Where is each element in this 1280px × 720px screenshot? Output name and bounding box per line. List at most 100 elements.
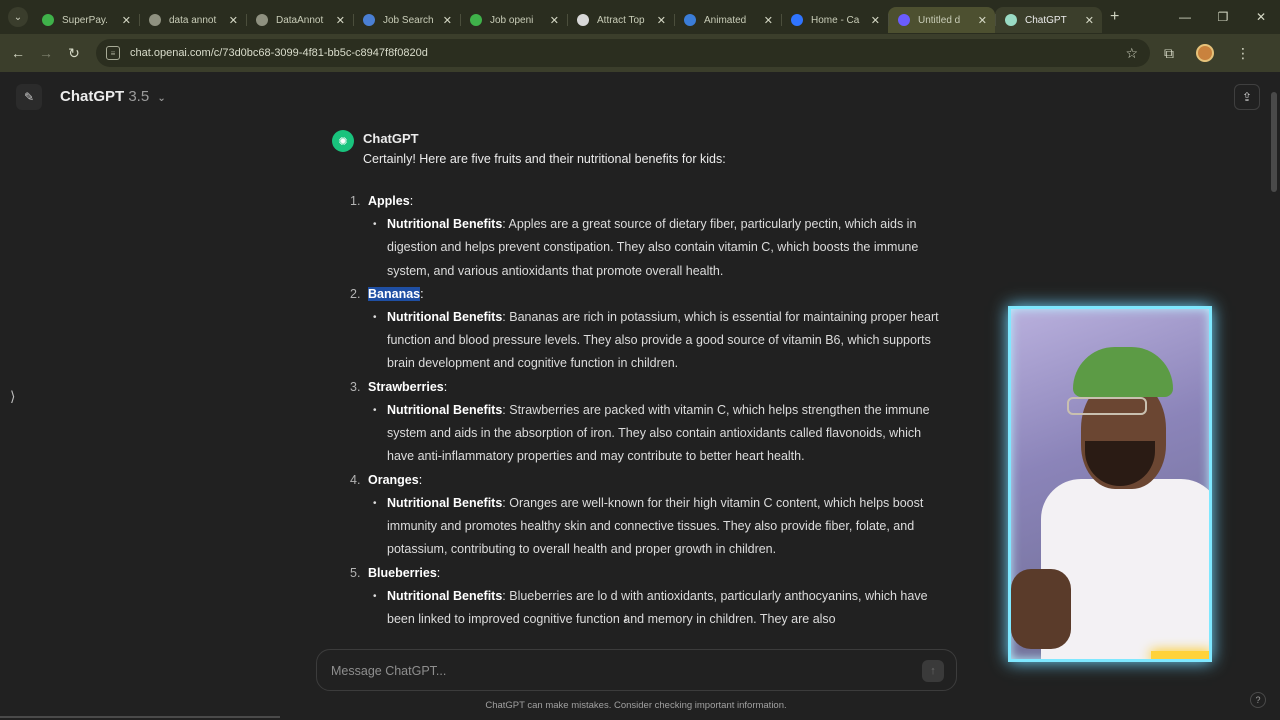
fruit-name-colon: : xyxy=(443,379,448,394)
new-chat-icon[interactable]: ✎ xyxy=(16,84,42,110)
nutrition-label: Nutritional Benefits xyxy=(387,309,503,324)
list-item-number: 2. xyxy=(350,286,361,301)
help-icon[interactable]: ? xyxy=(1250,692,1266,708)
fruit-list: 1. Apples: Nutritional Benefits: Apples ar… xyxy=(350,190,940,631)
address-bar-row: ← → ↻ ≡ chat.openai.com/c/73d0bc68-3099-… xyxy=(0,34,1280,72)
fruit-name-text: Blueberries xyxy=(368,565,437,580)
tab-close-icon[interactable]: ✕ xyxy=(550,14,559,27)
nutrition-bullet: Nutritional Benefits: Bananas are rich i… xyxy=(350,306,940,376)
list-item-heading: 3. Strawberries: xyxy=(350,376,940,399)
list-item: 1. Apples: Nutritional Benefits: Apples ar… xyxy=(350,190,940,283)
list-item-number: 5. xyxy=(350,565,361,580)
site-info-icon[interactable]: ≡ xyxy=(106,46,120,60)
tab-close-icon[interactable]: ✕ xyxy=(1085,14,1094,27)
chatgpt-avatar-icon: ✺ xyxy=(332,130,354,152)
sidebar-toggle-icon[interactable]: ⟩ xyxy=(10,388,15,405)
tab-close-icon[interactable]: ✕ xyxy=(336,14,345,27)
model-selector[interactable]: ChatGPT 3.5 ⌄ xyxy=(60,88,166,105)
scroll-down-arrow-icon[interactable]: ↓ xyxy=(619,609,633,625)
browser-tab-bar: ⌄ SuperPay. ✕ data annot ✕ DataAnnot ✕ Job Sea… xyxy=(0,0,1280,34)
list-item-heading: 2. Bananas: xyxy=(350,283,940,306)
tab-close-icon[interactable]: ✕ xyxy=(122,14,131,27)
model-name: ChatGPT xyxy=(60,88,125,105)
message-author: ChatGPT xyxy=(363,131,419,146)
browser-tab[interactable]: data annot ✕ xyxy=(139,7,246,33)
nutrition-bullet: Nutritional Benefits: Apples are a great… xyxy=(350,213,940,283)
tab-close-icon[interactable]: ✕ xyxy=(764,14,773,27)
browser-tab[interactable]: ChatGPT ✕ xyxy=(995,7,1102,33)
fruit-name-colon: : xyxy=(420,286,424,301)
browser-tab[interactable]: SuperPay. ✕ xyxy=(32,7,139,33)
bookmark-star-icon[interactable]: ☆ xyxy=(1125,45,1138,62)
search-favicon xyxy=(363,14,375,26)
globe-favicon xyxy=(149,14,161,26)
scrollbar[interactable] xyxy=(1271,92,1277,688)
browser-tab[interactable]: Attract Top ✕ xyxy=(567,7,674,33)
tab-title: ChatGPT xyxy=(1025,14,1067,26)
window-controls: — ❐ ✕ xyxy=(1166,0,1280,34)
chatgpt-favicon xyxy=(1005,14,1017,26)
fruit-name-colon: : xyxy=(418,472,423,487)
list-item-heading: 4. Oranges: xyxy=(350,469,940,492)
share-icon[interactable]: ⇪ xyxy=(1234,84,1260,110)
list-item-number: 3. xyxy=(350,379,361,394)
dataannotation-favicon xyxy=(256,14,268,26)
maximize-icon[interactable]: ❐ xyxy=(1204,10,1242,24)
tab-title: DataAnnot xyxy=(276,14,324,26)
list-item: 4.Oranges:Nutritional Benefits: Oranges … xyxy=(350,469,940,562)
nutrition-label: Nutritional Benefits xyxy=(387,217,503,231)
forward-arrow-icon[interactable]: → xyxy=(32,45,60,61)
browser-tab[interactable]: Animated ✕ xyxy=(674,7,781,33)
chrome-favicon xyxy=(791,14,803,26)
send-arrow-icon[interactable]: ↑ xyxy=(922,660,944,682)
tab-title: Untitled d xyxy=(918,14,961,26)
webcam-arm xyxy=(1011,569,1071,649)
fruit-name-colon: : xyxy=(409,194,414,208)
extensions-icon[interactable]: ⧉ xyxy=(1164,45,1174,62)
webcam-glasses xyxy=(1067,397,1147,415)
reload-icon[interactable]: ↻ xyxy=(60,45,88,62)
scrollbar-thumb[interactable] xyxy=(1271,92,1277,192)
tab-close-icon[interactable]: ✕ xyxy=(871,14,880,27)
fruit-name-text: Apples xyxy=(368,194,410,208)
browser-tab[interactable]: Home - Ca ✕ xyxy=(781,7,888,33)
ad-favicon xyxy=(684,14,696,26)
list-item-heading: 1. Apples: xyxy=(350,190,940,213)
tab-close-icon[interactable]: ✕ xyxy=(657,14,666,27)
fruit-name-text: Strawberries xyxy=(368,379,444,394)
close-window-icon[interactable]: ✕ xyxy=(1242,10,1280,24)
video-favicon xyxy=(898,14,910,26)
url-text: chat.openai.com/c/73d0bc68-3099-4f81-bb5… xyxy=(130,47,428,59)
tab-close-icon[interactable]: ✕ xyxy=(443,14,452,27)
list-item-heading: 5. Blueberries: xyxy=(350,562,940,585)
tab-close-icon[interactable]: ✕ xyxy=(978,14,987,27)
nutrition-label: Nutritional Benefits xyxy=(387,495,503,510)
tab-title: SuperPay. xyxy=(62,14,108,26)
back-arrow-icon[interactable]: ← xyxy=(4,45,32,61)
tab-title: Attract Top xyxy=(597,14,645,26)
profile-avatar[interactable] xyxy=(1196,44,1214,62)
fruit-name: Strawberries: xyxy=(368,376,447,399)
new-tab-icon[interactable]: + xyxy=(1110,8,1119,26)
tab-strip: SuperPay. ✕ data annot ✕ DataAnnot ✕ Job Searc… xyxy=(32,0,1102,34)
tab-search-icon[interactable]: ⌄ xyxy=(8,7,28,27)
browser-tab[interactable]: Untitled d ✕ xyxy=(888,7,995,33)
list-item-number: 1. xyxy=(350,194,361,208)
pen-favicon xyxy=(577,14,589,26)
message-input[interactable] xyxy=(331,661,891,681)
tab-title: Job Search xyxy=(383,14,434,26)
fruit-name-colon: : xyxy=(436,565,441,580)
url-field[interactable]: ≡ chat.openai.com/c/73d0bc68-3099-4f81-b… xyxy=(96,39,1150,67)
list-item: 3.Strawberries:Nutritional Benefits: Str… xyxy=(350,376,940,469)
nutrition-bullet: Nutritional Benefits: Blueberries are lo… xyxy=(350,585,940,632)
tab-close-icon[interactable]: ✕ xyxy=(229,14,238,27)
browser-tab[interactable]: Job Search ✕ xyxy=(353,7,460,33)
minimize-icon[interactable]: — xyxy=(1166,10,1204,24)
superpay-favicon xyxy=(42,14,54,26)
browser-tab[interactable]: DataAnnot ✕ xyxy=(246,7,353,33)
webcam-overlay xyxy=(1008,306,1212,662)
browser-tab[interactable]: Job openi ✕ xyxy=(460,7,567,33)
browser-menu-icon[interactable]: ⋮ xyxy=(1236,45,1250,62)
fruit-name-text: Oranges xyxy=(368,472,419,487)
list-item: 5. Blueberries: Nutritional Benefits: Blue… xyxy=(350,562,940,632)
